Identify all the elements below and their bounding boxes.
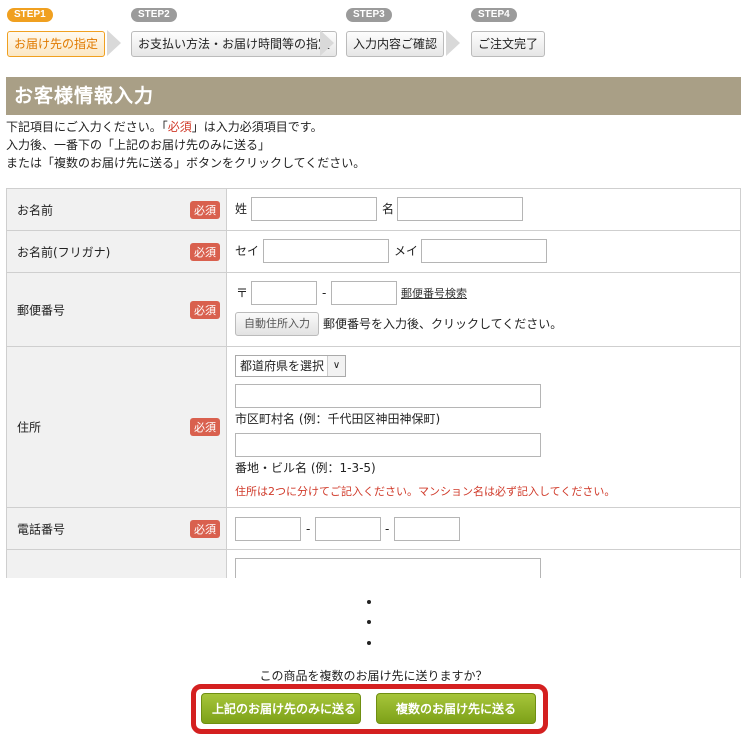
page-title: お客様情報入力 (6, 77, 741, 115)
first-name-input[interactable] (397, 197, 523, 221)
phone-3-input[interactable] (394, 517, 460, 541)
city-hint: 市区町村名 (例：千代田区神田神保町) (235, 412, 441, 426)
multiple-destination-question: この商品を複数のお届け先に送りますか？ (259, 669, 488, 683)
intro-required-word: 必須 (167, 120, 192, 134)
chevron-right-icon (446, 30, 460, 56)
phone-dash: - (306, 522, 311, 536)
address-label: 住所 (17, 420, 42, 435)
phone-2-input[interactable] (315, 517, 381, 541)
phone-dash: - (385, 522, 390, 536)
street-input[interactable] (235, 433, 541, 457)
row-postal: 郵便番号 必須 〒 - 郵便番号検索 自動住所入力 郵便番号を入力後、クリックし… (6, 273, 741, 347)
postal-code-1-input[interactable] (251, 281, 317, 305)
required-badge: 必須 (190, 418, 220, 436)
phone-label: 電話番号 (17, 522, 66, 536)
step-4: STEP4 ご注文完了 (471, 6, 546, 57)
street-hint: 番地・ビル名 (例：1-3-5) (235, 461, 376, 475)
intro-line1-b: 」は入力必須項目です。 (191, 120, 323, 134)
chevron-right-icon (320, 30, 334, 56)
step-1: STEP1 お届け先の指定 (7, 6, 106, 57)
prefecture-select[interactable]: 都道府県を選択 ∨ (235, 355, 346, 377)
postal-search-link[interactable]: 郵便番号検索 (401, 286, 467, 302)
name-label: お名前 (17, 203, 54, 217)
intro-text: 下記項目にご入力ください。「必須」は入力必須項目です。 入力後、一番下の「上記の… (6, 118, 365, 172)
postal-code-2-input[interactable] (331, 281, 397, 305)
send-single-button[interactable]: 上記のお届け先のみに送る (201, 693, 361, 724)
kana-label: お名前(フリガナ) (17, 245, 111, 259)
chevron-down-icon: ∨ (327, 356, 345, 376)
checkout-steps: STEP1 お届け先の指定 STEP2 お支払い方法・お届け時間等の指定 STE… (0, 0, 747, 62)
row-kana: お名前(フリガナ) 必須 セイ メイ (6, 231, 741, 273)
step-label: お届け先の指定 (7, 31, 106, 57)
intro-line1-a: 下記項目にご入力ください。「 (6, 120, 168, 134)
auto-address-button[interactable]: 自動住所入力 (235, 312, 319, 336)
required-badge: 必須 (190, 242, 220, 261)
postal-dash: - (322, 286, 327, 300)
step-label: ご注文完了 (471, 31, 546, 57)
step-label: お支払い方法・お届け時間等の指定 (131, 31, 338, 57)
required-badge: 必須 (190, 300, 220, 319)
city-input[interactable] (235, 384, 541, 408)
phone-1-input[interactable] (235, 517, 301, 541)
ellipsis-dot (367, 641, 371, 645)
required-badge: 必須 (190, 200, 220, 219)
first-kana-label: メイ (394, 244, 419, 258)
step-label: 入力内容ご確認 (346, 31, 445, 57)
postal-mark: 〒 (236, 286, 249, 300)
first-kana-input[interactable] (421, 239, 547, 263)
last-name-label: 姓 (235, 202, 248, 216)
customer-form: お名前 必須 姓 名 お名前(フリガナ) 必須 セイ メイ 郵便番号 必須 〒 (6, 188, 741, 578)
last-name-input[interactable] (251, 197, 377, 221)
textarea-input[interactable] (235, 558, 541, 578)
postal-label: 郵便番号 (17, 303, 66, 317)
last-kana-input[interactable] (263, 239, 389, 263)
postal-hint: 郵便番号を入力後、クリックしてください。 (323, 317, 563, 331)
ellipsis-dot (367, 600, 371, 604)
step-3: STEP3 入力内容ご確認 (346, 6, 445, 57)
step-badge: STEP2 (131, 8, 177, 22)
row-phone: 電話番号 必須 - - (6, 508, 741, 550)
step-badge: STEP1 (7, 8, 53, 22)
step-2: STEP2 お支払い方法・お届け時間等の指定 (131, 6, 338, 57)
address-note: 住所は2つに分けてご記入ください。マンション名は必ず記入してください。 (235, 485, 616, 498)
step-badge: STEP3 (346, 8, 392, 22)
first-name-label: 名 (382, 202, 395, 216)
row-address: 住所 必須 都道府県を選択 ∨ 市区町村名 (例：千代田区神田神保町) 番地・ビ… (6, 347, 741, 508)
row-name: お名前 必須 姓 名 (6, 189, 741, 231)
prefecture-select-value: 都道府県を選択 (240, 359, 325, 373)
row-cutoff (6, 550, 741, 578)
send-multiple-button[interactable]: 複数のお届け先に送る (376, 693, 536, 724)
chevron-right-icon (107, 30, 121, 56)
step-badge: STEP4 (471, 8, 517, 22)
intro-line2: 入力後、一番下の「上記のお届け先のみに送る」 (6, 138, 271, 152)
required-badge: 必須 (190, 519, 220, 538)
ellipsis-dot (367, 620, 371, 624)
intro-line3: または「複数のお届け先に送る」ボタンをクリックしてください。 (6, 156, 366, 170)
last-kana-label: セイ (235, 244, 260, 258)
